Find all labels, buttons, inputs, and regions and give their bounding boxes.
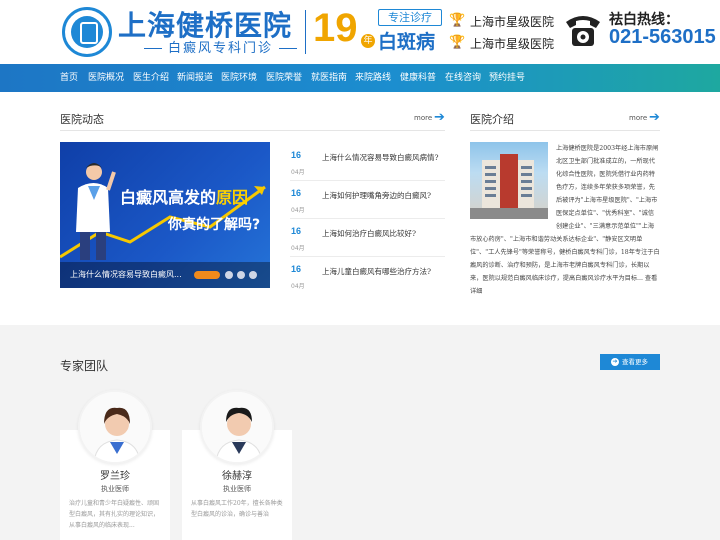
nav-item-consult[interactable]: 在线咨询 (445, 64, 481, 92)
rating-item: 🏆 上海市星级医院 (449, 10, 554, 32)
news-month: 04月 (291, 169, 305, 176)
nav-item-health[interactable]: 健康科普 (400, 64, 436, 92)
news-day: 16 (291, 264, 302, 274)
doctor-avatar[interactable] (78, 390, 152, 464)
doctor-name: 罗兰珍 (100, 471, 130, 482)
news-list-item[interactable]: 16 04月 上海如何治疗白癜风比较好? (290, 221, 445, 259)
news-section-title: 医院动态 (60, 113, 104, 126)
focus-disease: 白斑病 (378, 31, 436, 53)
focus-tag: 专注诊疗 (378, 9, 442, 26)
header-divider (305, 10, 306, 54)
telephone-icon (566, 16, 600, 46)
arrow-circle-icon: ➔ (611, 358, 619, 366)
years-number: 19 (313, 6, 358, 50)
rating-item: 🏆 上海市星级医院 (449, 32, 554, 54)
news-day: 16 (291, 188, 302, 198)
nav-item-honors[interactable]: 医院荣誉 (266, 64, 302, 92)
carousel-dot-active[interactable] (194, 271, 220, 279)
carousel-dot[interactable] (249, 271, 257, 279)
banner-caption-bar: 上海什么情况容易导致白癜风... (60, 262, 270, 288)
news-list-item[interactable]: 16 04月 上海如何护理嘴角旁边的白癜风? (290, 183, 445, 221)
news-title: 上海如何治疗白癜风比较好? (322, 229, 417, 238)
intro-text: 上海健桥医院是2003年经上海市原闸北区卫生部门批准成立的，一所现代化综合性医院… (470, 142, 660, 298)
site-header: 上海健桥医院 白癜风专科门诊 19 年 专注诊疗 白斑病 🏆 上海市星级医院 🏆 上… (0, 0, 720, 64)
nav-item-guide[interactable]: 就医指南 (311, 64, 347, 92)
arrow-right-icon: ➔ (649, 110, 660, 125)
news-day: 16 (291, 226, 302, 236)
nav-item-news[interactable]: 新闻报道 (177, 64, 213, 92)
arrow-right-icon: ➔ (434, 110, 445, 125)
more-label: more (629, 114, 648, 122)
intro-more-link[interactable]: more ➔ (629, 110, 660, 125)
hospital-logo[interactable] (62, 7, 112, 57)
nav-item-route[interactable]: 来院路线 (355, 64, 391, 92)
carousel-dot[interactable] (237, 271, 245, 279)
news-month: 04月 (291, 207, 305, 214)
nav-item-home[interactable]: 首页 (60, 64, 78, 92)
nav-item-appointment[interactable]: 预约挂号 (489, 64, 525, 92)
banner-headline-text: 白癜风高发的 (120, 188, 217, 207)
news-more-link[interactable]: more ➔ (414, 110, 445, 125)
banner-caption: 上海什么情况容易导致白癜风... (70, 270, 182, 279)
team-section-title: 专家团队 (60, 359, 109, 373)
more-label: more (414, 114, 433, 122)
trophy-icon: 🏆 (449, 13, 466, 28)
brand-subtitle: 白癜风专科门诊 (138, 37, 303, 56)
doctor-illustration (76, 163, 116, 260)
banner-headline-highlight: 原因 (216, 188, 249, 207)
hotline-number[interactable]: 021-563015 (609, 26, 716, 49)
news-month: 04月 (291, 283, 305, 290)
years-unit: 年 (361, 34, 375, 48)
doctor-name: 徐赫淳 (222, 471, 252, 482)
doctor-description: 从事白癜风工作20年，擅长各种类型白癜风的诊治，确诊与善治 (191, 500, 283, 518)
main-nav: 首页 医院概况 医生介绍 新闻报道 医院环境 医院荣誉 就医指南 来院路线 健康… (0, 64, 720, 92)
nav-item-doctors[interactable]: 医生介绍 (133, 64, 169, 92)
news-feature-banner[interactable]: 白癜风高发的原因 你真的了解吗? 上海什么情况容易导致白癜风... (60, 142, 270, 288)
hospital-ratings: 🏆 上海市星级医院 🏆 上海市星级医院 (449, 10, 554, 54)
news-separator (290, 180, 445, 181)
news-separator (290, 256, 445, 257)
news-list-item[interactable]: 16 04月 上海什么情况容易导致白癜风病情? (290, 145, 445, 183)
banner-headline: 白癜风高发的原因 (120, 184, 248, 208)
doctor-avatar[interactable] (200, 390, 274, 464)
view-more-label: 查看更多 (622, 358, 648, 366)
doctor-description: 治疗儿童和青少年白疑癜性、顽固型白癜风，其有扎实的理论知识，从事白癜风的临床表现… (69, 500, 160, 529)
intro-divider (470, 130, 660, 131)
news-list-item[interactable]: 16 04月 上海儿童白癜风有哪些治疗方法? (290, 259, 445, 297)
nav-item-environment[interactable]: 医院环境 (221, 64, 257, 92)
intro-section-title: 医院介绍 (470, 113, 514, 126)
nav-item-overview[interactable]: 医院概况 (88, 64, 124, 92)
trophy-icon: 🏆 (449, 35, 466, 50)
news-month: 04月 (291, 245, 305, 252)
news-separator (290, 218, 445, 219)
rating-label: 上海市星级医院 (470, 36, 555, 51)
news-day: 16 (291, 150, 302, 160)
doctor-role: 执业医师 (223, 485, 251, 493)
news-divider (60, 130, 445, 131)
news-title: 上海什么情况容易导致白癜风病情? (322, 153, 439, 162)
rating-label: 上海市星级医院 (470, 14, 555, 29)
carousel-dot[interactable] (225, 271, 233, 279)
banner-subheadline: 你真的了解吗? (168, 217, 261, 233)
doctor-role: 执业医师 (101, 485, 129, 493)
news-title: 上海儿童白癜风有哪些治疗方法? (322, 267, 432, 276)
news-title: 上海如何护理嘴角旁边的白癜风? (322, 191, 432, 200)
view-more-button[interactable]: ➔ 查看更多 (600, 354, 660, 370)
